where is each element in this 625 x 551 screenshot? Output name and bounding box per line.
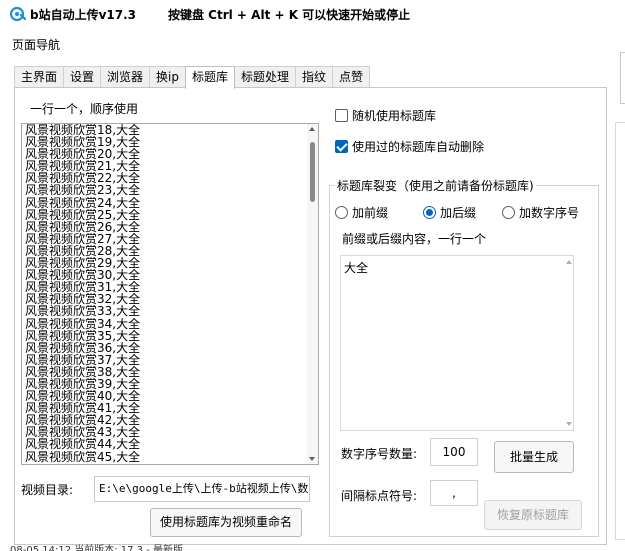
title-list-line[interactable]: 风景视频欣赏20,大全	[25, 148, 305, 160]
radio-prefix-label: 加前缀	[352, 205, 389, 220]
tab-title-processing[interactable]: 标题处理	[234, 66, 297, 88]
scroll-up-icon[interactable]	[309, 127, 315, 131]
affix-content-label: 前缀或后缀内容，一行一个	[342, 232, 487, 246]
title-list-line[interactable]: 风景视频欣赏29,大全	[25, 257, 305, 269]
restore-library-button[interactable]: 恢复原标题库	[484, 500, 582, 530]
title-list-line[interactable]: 风景视频欣赏35,大全	[25, 330, 305, 342]
random-use-checkbox[interactable]: 随机使用标题库	[335, 107, 436, 123]
tab-fingerprint[interactable]: 指纹	[295, 66, 334, 88]
batch-generate-button[interactable]: 批量生成	[494, 441, 574, 473]
affix-scrollbar[interactable]	[565, 256, 573, 430]
title-list-line[interactable]: 风景视频欣赏25,大全	[25, 209, 305, 221]
tab-title-library[interactable]: 标题库	[185, 66, 236, 89]
title-list-line[interactable]: 风景视频欣赏33,大全	[25, 305, 305, 317]
video-dir-input[interactable]: E:\e\google上传\上传-b站视频上传\数	[94, 476, 310, 502]
split-group-title: 标题库裂变（使用之前请备份标题库)	[335, 177, 536, 194]
title-list-line[interactable]: 风景视频欣赏38,大全	[25, 366, 305, 378]
title-list-line[interactable]: 风景视频欣赏28,大全	[25, 245, 305, 257]
title-list-line[interactable]: 风景视频欣赏41,大全	[25, 402, 305, 414]
count-label: 数字序号数量:	[341, 447, 418, 461]
title-list-content[interactable]: 风景视频欣赏18,大全 风景视频欣赏19,大全 风景视频欣赏20,大全 风景视频欣赏2…	[25, 124, 305, 464]
scroll-up-icon[interactable]	[566, 260, 572, 264]
radio-circle[interactable]	[502, 205, 515, 219]
radio-prefix[interactable]: 加前缀	[335, 205, 389, 220]
title-bar: b站自动上传v17.3 按键盘 Ctrl + Alt + K 可以快速开始或停止	[0, 0, 625, 28]
window-title: b站自动上传v17.3	[30, 8, 137, 22]
radio-circle[interactable]	[423, 205, 436, 219]
title-list-line[interactable]: 风景视频欣赏27,大全	[25, 233, 305, 245]
radio-circle[interactable]	[335, 205, 348, 219]
rename-videos-button[interactable]: 使用标题库为视频重命名	[150, 508, 302, 537]
scroll-down-icon[interactable]	[566, 422, 572, 426]
menu-page-navigation[interactable]: 页面导航	[12, 36, 60, 53]
random-use-label: 随机使用标题库	[352, 108, 437, 123]
title-list-line[interactable]: 风景视频欣赏19,大全	[25, 136, 305, 148]
tab-like[interactable]: 点赞	[332, 66, 371, 88]
title-list-line[interactable]: 风景视频欣赏21,大全	[25, 160, 305, 172]
title-list-line[interactable]: 风景视频欣赏32,大全	[25, 293, 305, 305]
radio-suffix-label: 加后缀	[440, 205, 477, 220]
scroll-down-icon[interactable]	[309, 457, 315, 461]
radio-suffix[interactable]: 加后缀	[423, 205, 477, 220]
scroll-thumb[interactable]	[310, 142, 315, 202]
title-list-line[interactable]: 风景视频欣赏23,大全	[25, 184, 305, 196]
title-list-line[interactable]: 风景视频欣赏18,大全	[25, 124, 305, 136]
auto-delete-label: 使用过的标题库自动删除	[352, 139, 485, 154]
checkbox-box[interactable]	[335, 139, 348, 153]
affix-content-text[interactable]: 大全	[344, 259, 368, 276]
title-list-line[interactable]: 风景视频欣赏37,大全	[25, 354, 305, 366]
title-list-line[interactable]: 风景视频欣赏34,大全	[25, 318, 305, 330]
side-panel-edge-lower	[615, 122, 625, 540]
count-input[interactable]: 100	[430, 438, 478, 466]
separator-label: 间隔标点符号:	[341, 489, 418, 503]
app-logo-icon	[10, 6, 26, 22]
side-panel-edge	[620, 52, 625, 104]
checkbox-box[interactable]	[335, 108, 348, 122]
separator-input[interactable]: ,	[430, 480, 478, 506]
title-list-line[interactable]: 风景视频欣赏26,大全	[25, 221, 305, 233]
title-list-label: 一行一个，顺序使用	[30, 102, 139, 116]
tab-settings[interactable]: 设置	[63, 66, 102, 88]
title-list-line[interactable]: 风景视频欣赏44,大全	[25, 438, 305, 450]
affix-content-textarea[interactable]: 大全	[340, 255, 574, 431]
auto-delete-checkbox[interactable]: 使用过的标题库自动删除	[335, 138, 484, 154]
title-list-line[interactable]: 风景视频欣赏36,大全	[25, 342, 305, 354]
tab-browser[interactable]: 浏览器	[100, 66, 151, 88]
radio-number-label: 加数字序号	[519, 205, 580, 220]
title-list-line[interactable]: 风景视频欣赏40,大全	[25, 390, 305, 402]
tab-main[interactable]: 主界面	[14, 66, 65, 88]
title-list-line[interactable]: 风景视频欣赏30,大全	[25, 269, 305, 281]
title-list-scrollbar[interactable]	[307, 124, 318, 464]
title-list-line[interactable]: 风景视频欣赏31,大全	[25, 281, 305, 293]
tab-change-ip[interactable]: 换ip	[149, 66, 186, 88]
title-list-line[interactable]: 风景视频欣赏42,大全	[25, 414, 305, 426]
title-list-line[interactable]: 风景视频欣赏22,大全	[25, 172, 305, 184]
title-list-textarea[interactable]: 风景视频欣赏18,大全 风景视频欣赏19,大全 风景视频欣赏20,大全 风景视频欣赏2…	[21, 123, 319, 465]
title-list-line[interactable]: 风景视频欣赏39,大全	[25, 378, 305, 390]
tab-bar: 主界面 设置 浏览器 换ip 标题库 标题处理 指纹 点赞	[14, 66, 371, 89]
title-list-line[interactable]: 风景视频欣赏24,大全	[25, 197, 305, 209]
video-dir-label: 视频目录:	[21, 483, 74, 497]
radio-number[interactable]: 加数字序号	[502, 205, 580, 220]
status-bar: 08-05 14:12 当前版本: 17.3 - 最新版	[10, 545, 184, 551]
title-list-line[interactable]: 风景视频欣赏45,大全	[25, 451, 305, 463]
hotkey-hint: 按键盘 Ctrl + Alt + K 可以快速开始或停止	[168, 8, 411, 22]
title-list-line[interactable]: 风景视频欣赏43,大全	[25, 426, 305, 438]
